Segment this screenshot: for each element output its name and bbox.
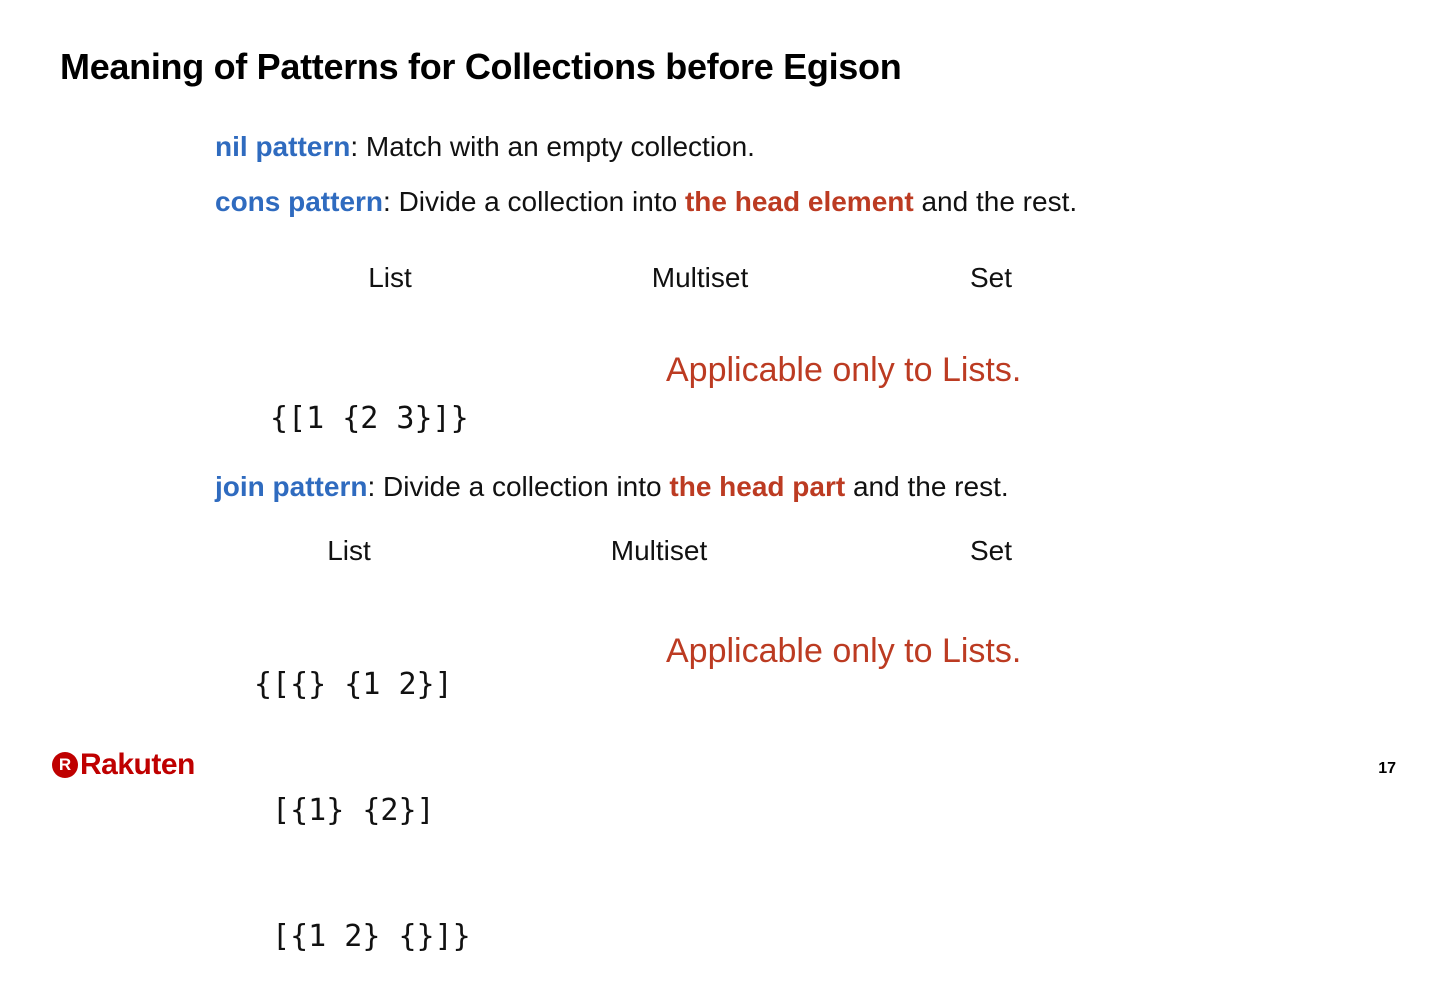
code-line: {[{} {1 2}]: [254, 667, 453, 702]
slide-title: Meaning of Patterns for Collections befo…: [60, 46, 902, 87]
join-pattern-highlight: the head part: [669, 471, 846, 502]
cons-column-multiset: Multiset: [651, 262, 749, 293]
code-line: [{1} {2}]: [254, 793, 435, 828]
join-pattern-description-start: : Divide a collection into: [367, 471, 670, 502]
nil-pattern-keyword: nil pattern: [215, 131, 351, 162]
cons-pattern-highlight: the head element: [684, 186, 914, 217]
join-pattern-line: join pattern: Divide a collection into t…: [215, 471, 1009, 503]
cons-pattern-description-end: and the rest.: [913, 186, 1078, 217]
join-applicability-note: Applicable only to Lists.: [666, 632, 1022, 670]
rakuten-logo: R Rakuten: [52, 748, 195, 781]
cons-column-set: Set: [969, 262, 1013, 293]
nil-pattern-description: : Match with an empty collection.: [350, 131, 755, 162]
rakuten-wordmark: Rakuten: [80, 748, 195, 781]
cons-pattern-description-start: : Divide a collection into: [383, 186, 685, 217]
join-pattern-description-end: and the rest.: [845, 471, 1009, 502]
code-line: {[1 {2 3}]}: [270, 401, 469, 436]
cons-pattern-line: cons pattern: Divide a collection into t…: [215, 186, 1077, 218]
rakuten-r-icon: R: [52, 752, 78, 778]
join-column-multiset: Multiset: [610, 535, 708, 566]
join-column-list: List: [327, 535, 371, 566]
join-list-example: {[{} {1 2}] [{1} {2}] [{1 2} {}]}: [254, 580, 471, 1000]
join-pattern-keyword: join pattern: [215, 471, 368, 502]
join-column-set: Set: [969, 535, 1013, 566]
nil-pattern-line: nil pattern: Match with an empty collect…: [215, 131, 755, 163]
code-line: [{1 2} {}]}: [254, 919, 471, 954]
cons-pattern-keyword: cons pattern: [215, 186, 384, 217]
cons-applicability-note: Applicable only to Lists.: [666, 351, 1022, 389]
cons-column-list: List: [368, 262, 412, 293]
page-number: 17: [1378, 760, 1396, 777]
cons-list-example: {[1 {2 3}]}: [270, 314, 469, 482]
